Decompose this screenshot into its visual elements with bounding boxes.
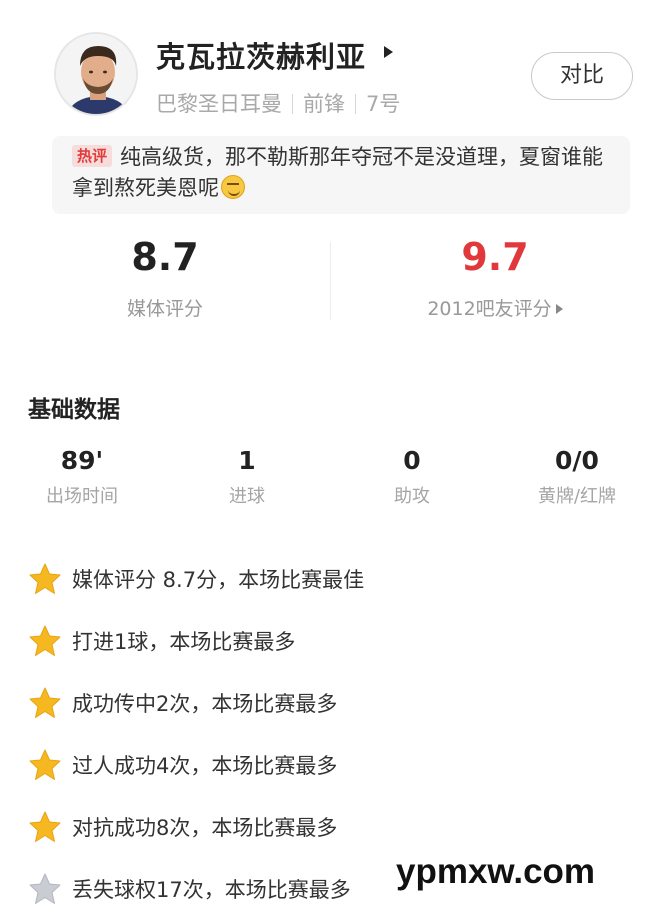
- highlight-text: 媒体评分 8.7分，本场比赛最佳: [72, 568, 365, 592]
- player-meta: 巴黎圣日耳曼 前锋 7号: [156, 88, 400, 118]
- stat-minutes: 89' 出场时间: [2, 446, 162, 508]
- stat-label: 助攻: [394, 486, 430, 507]
- gold-star-icon: [29, 749, 61, 780]
- highlight-text: 打进1球，本场比赛最多: [72, 630, 296, 654]
- fan-rating[interactable]: 9.7 2012吧友评分: [330, 230, 660, 321]
- fan-rating-value: 9.7: [461, 235, 529, 279]
- highlight-text: 丢失球权17次，本场比赛最多: [72, 878, 351, 902]
- hot-comment-text: 纯高级货，那不勒斯那年夺冠不是没道理，夏窗谁能拿到熬死美恩呢: [72, 145, 603, 200]
- stat-cards: 0/0 黄牌/红牌: [497, 446, 657, 508]
- stat-label: 出场时间: [46, 486, 118, 507]
- stat-label: 进球: [229, 486, 265, 507]
- basic-stats-title: 基础数据: [28, 397, 120, 423]
- watermark: ypmxw.com: [396, 852, 596, 891]
- name-arrow-icon[interactable]: [384, 46, 393, 58]
- fan-rating-label-row: 2012吧友评分: [330, 294, 660, 321]
- basic-stats: 89' 出场时间 1 进球 0 助攻 0/0 黄牌/红牌: [0, 446, 660, 516]
- gold-star-icon: [29, 811, 61, 842]
- media-rating-value: 8.7: [131, 235, 199, 279]
- gold-star-icon: [29, 625, 61, 656]
- stat-assists: 0 助攻: [332, 446, 492, 508]
- hot-comment-tag: 热评: [72, 145, 112, 167]
- compare-button[interactable]: 对比: [531, 52, 633, 100]
- meta-divider: [292, 94, 293, 114]
- smirk-emoji-icon: [221, 175, 245, 199]
- player-club: 巴黎圣日耳曼: [156, 92, 282, 116]
- player-position: 前锋: [303, 92, 345, 116]
- highlight-text: 对抗成功8次，本场比赛最多: [72, 816, 338, 840]
- stat-value: 0/0: [555, 446, 599, 475]
- fan-rating-label: 2012吧友评分: [427, 298, 552, 320]
- hot-comment-body: 纯高级货，那不勒斯那年夺冠不是没道理，夏窗谁能拿到熬死美恩呢: [72, 142, 620, 204]
- player-name[interactable]: 克瓦拉茨赫利亚: [156, 34, 366, 76]
- gold-star-icon: [29, 563, 61, 594]
- stat-label: 黄牌/红牌: [537, 486, 617, 507]
- stat-goals: 1 进球: [167, 446, 327, 508]
- hot-comment-card[interactable]: 纯高级货，那不勒斯那年夺冠不是没道理，夏窗谁能拿到熬死美恩呢 热评: [52, 136, 630, 214]
- meta-divider: [355, 94, 356, 114]
- stat-value: 1: [238, 446, 256, 475]
- highlight-text: 过人成功4次，本场比赛最多: [72, 754, 338, 778]
- highlight-text: 成功传中2次，本场比赛最多: [72, 692, 338, 716]
- player-photo: [56, 34, 136, 114]
- fan-rating-arrow-icon: [555, 304, 563, 314]
- media-rating: 8.7 媒体评分: [0, 230, 330, 321]
- gold-star-icon: [29, 687, 61, 718]
- player-number: 7号: [366, 92, 401, 116]
- stat-value: 89': [60, 446, 104, 475]
- stat-value: 0: [403, 446, 421, 475]
- player-avatar[interactable]: [54, 32, 138, 116]
- gray-star-icon: [29, 873, 61, 904]
- media-rating-label: 媒体评分: [126, 298, 203, 320]
- ratings-panel: 8.7 媒体评分 9.7 2012吧友评分: [0, 230, 660, 330]
- player-header: 克瓦拉茨赫利亚 巴黎圣日耳曼 前锋 7号 对比: [0, 0, 660, 130]
